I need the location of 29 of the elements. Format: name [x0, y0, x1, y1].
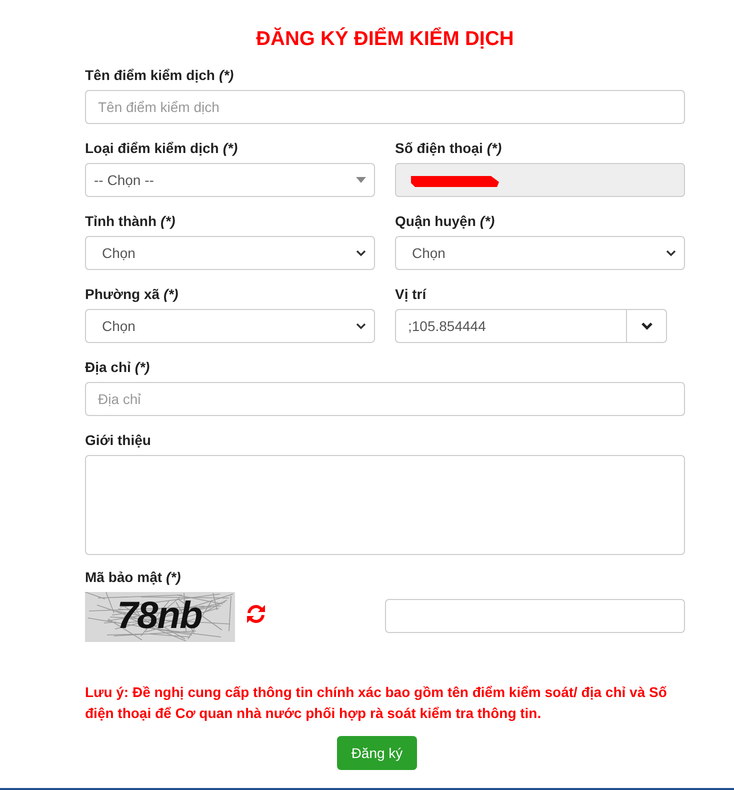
form-title: ĐĂNG KÝ ĐIỂM KIỂM DỊCH [255, 28, 515, 51]
dropdown[interactable]: Chọn [85, 236, 375, 270]
refresh-icon[interactable] [245, 604, 267, 624]
phone-field[interactable] [395, 163, 685, 197]
chevron-icon [356, 250, 366, 256]
field-label: Tên điểm kiểm dịch (*) [85, 67, 235, 84]
field-label: Mã bảo mật (*) [85, 569, 182, 586]
captcha-code: 78nb [117, 596, 202, 636]
dropdown[interactable]: Chọn [85, 309, 375, 343]
input-field[interactable]: Địa chỉ [85, 382, 685, 416]
field-label: Giới thiệu [85, 432, 152, 449]
captcha-input[interactable] [385, 599, 685, 633]
field-label: Loại điểm kiểm dịch (*) [85, 140, 239, 157]
dropdown[interactable]: -- Chọn -- [85, 163, 375, 197]
input-field[interactable]: Tên điểm kiểm dịch [85, 90, 685, 124]
field-label: Quận huyện (*) [395, 213, 496, 230]
field-label: Địa chỉ (*) [85, 359, 151, 376]
note-text: Lưu ý: Đề nghị cung cấp thông tin chính xác bao gồm tên điểm kiểm soát/ địa chỉ và Số điện thoại để Cơ quan nhà nước phối hợp rà soát kiểm tra thông tin. [85, 683, 668, 723]
location-field[interactable]: ;105.854444 [395, 309, 627, 343]
caret-icon [356, 177, 366, 183]
dropdown[interactable]: Chọn [395, 236, 685, 270]
chevron-icon [640, 322, 652, 330]
field-label: Số điện thoại (*) [395, 140, 503, 157]
field-label: Phường xã (*) [85, 286, 180, 303]
field-label: Vị trí [395, 286, 428, 303]
field-label: Tỉnh thành (*) [85, 213, 176, 230]
chevron-icon [356, 322, 366, 330]
chevron-icon [666, 250, 676, 256]
dropdown-button[interactable] [627, 309, 667, 343]
